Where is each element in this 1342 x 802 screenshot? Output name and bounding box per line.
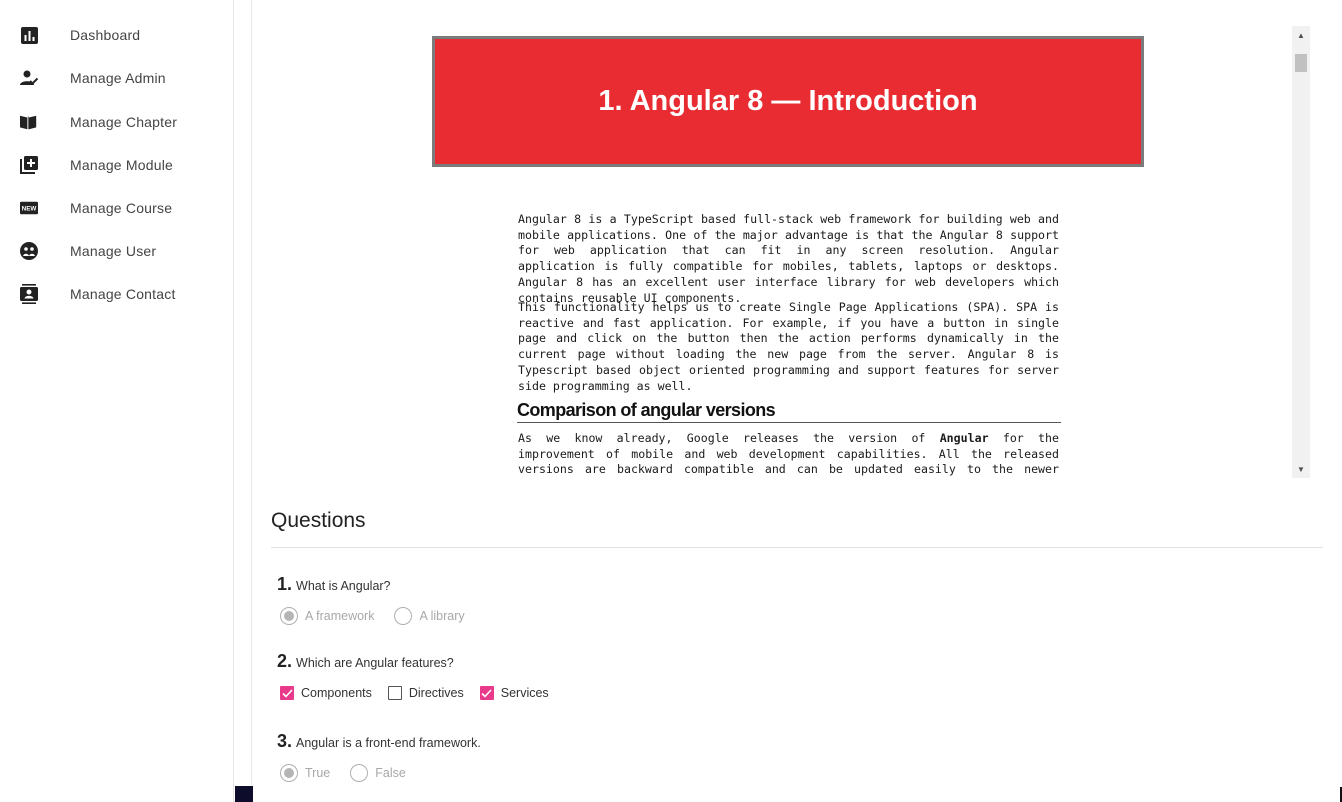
question-number: 2.: [277, 651, 293, 671]
check-icon: [281, 688, 293, 698]
option-label: Services: [500, 686, 549, 700]
question-3: 3. Angular is a front-end framework.: [277, 731, 481, 752]
radio-a-library[interactable]: [394, 607, 413, 625]
group-icon: [20, 242, 38, 260]
chapter-banner: 1. Angular 8 — Introduction: [432, 36, 1144, 167]
checkbox-directives[interactable]: [387, 686, 402, 700]
sidebar-item-manage-module[interactable]: Manage Module: [0, 145, 233, 185]
document-paragraph: Angular 8 is a TypeScript based full-sta…: [518, 212, 1059, 305]
new-badge-icon: NEW: [20, 199, 38, 217]
document-paragraph: As we know already, Google releases the …: [518, 431, 1060, 477]
contact-card-icon: [20, 284, 38, 304]
radio-false[interactable]: [350, 764, 369, 782]
option-label: Directives: [408, 686, 464, 700]
sidebar-item-manage-chapter[interactable]: Manage Chapter: [0, 102, 233, 142]
option-label: False: [375, 766, 406, 780]
sidebar-item-manage-contact[interactable]: Manage Contact: [0, 274, 233, 314]
sidebar-item-label: Manage Module: [70, 157, 173, 173]
question-1-options: A framework A library: [280, 607, 485, 625]
sidebar: Dashboard Manage Admin Manage Chapter Ma…: [0, 0, 234, 802]
sidebar-item-manage-course[interactable]: NEW Manage Course: [0, 188, 233, 228]
option-label: A framework: [305, 609, 375, 623]
section-heading: Comparison of angular versions: [517, 400, 1061, 423]
check-icon: [481, 688, 492, 698]
document-scrollbar[interactable]: ▲ ▼: [1292, 26, 1310, 478]
question-2-options: Components Directives Services: [280, 686, 565, 700]
sidebar-item-label: Dashboard: [70, 27, 141, 43]
question-3-options: True False: [280, 764, 426, 782]
option-label: A library: [419, 609, 465, 623]
scroll-down-arrow-icon[interactable]: ▼: [1292, 462, 1310, 476]
bar-chart-icon: [20, 26, 38, 44]
sidebar-item-label: Manage Course: [70, 200, 173, 216]
divider: [271, 547, 1323, 548]
sidebar-item-manage-admin[interactable]: Manage Admin: [0, 58, 233, 98]
sidebar-item-label: Manage Admin: [70, 70, 166, 86]
scroll-up-arrow-icon[interactable]: ▲: [1292, 28, 1310, 42]
document-viewer[interactable]: 1. Angular 8 — Introduction Angular 8 is…: [270, 26, 1310, 478]
add-library-icon: [20, 156, 38, 174]
scroll-thumb[interactable]: [1295, 54, 1307, 72]
option-label: Components: [301, 686, 372, 700]
svg-text:NEW: NEW: [22, 206, 37, 213]
question-text: Angular is a front-end framework.: [296, 736, 481, 750]
sidebar-item-label: Manage Contact: [70, 286, 176, 302]
question-number: 3.: [277, 731, 293, 751]
person-check-icon: [20, 69, 38, 87]
questions-title: Questions: [271, 509, 366, 532]
question-text: What is Angular?: [296, 579, 391, 593]
question-text: Which are Angular features?: [296, 656, 454, 670]
sidebar-item-manage-user[interactable]: Manage User: [0, 231, 233, 271]
question-2: 2. Which are Angular features?: [277, 651, 454, 672]
chapter-title: 1. Angular 8 — Introduction: [598, 85, 978, 117]
option-label: True: [305, 766, 331, 780]
book-open-icon: [20, 113, 38, 131]
content-divider: [251, 0, 252, 802]
sidebar-item-label: Manage User: [70, 243, 157, 259]
radio-true[interactable]: [280, 764, 298, 782]
sidebar-item-label: Manage Chapter: [70, 114, 178, 130]
checkbox-services[interactable]: [479, 686, 494, 700]
question-1: 1. What is Angular?: [277, 574, 391, 595]
sidebar-item-dashboard[interactable]: Dashboard: [0, 15, 233, 55]
document-paragraph: This functionality helps us to create Si…: [518, 300, 1059, 393]
radio-a-framework[interactable]: [280, 607, 298, 625]
checkbox-components[interactable]: [280, 686, 294, 700]
footer-corner: [235, 786, 253, 802]
question-number: 1.: [277, 574, 293, 594]
